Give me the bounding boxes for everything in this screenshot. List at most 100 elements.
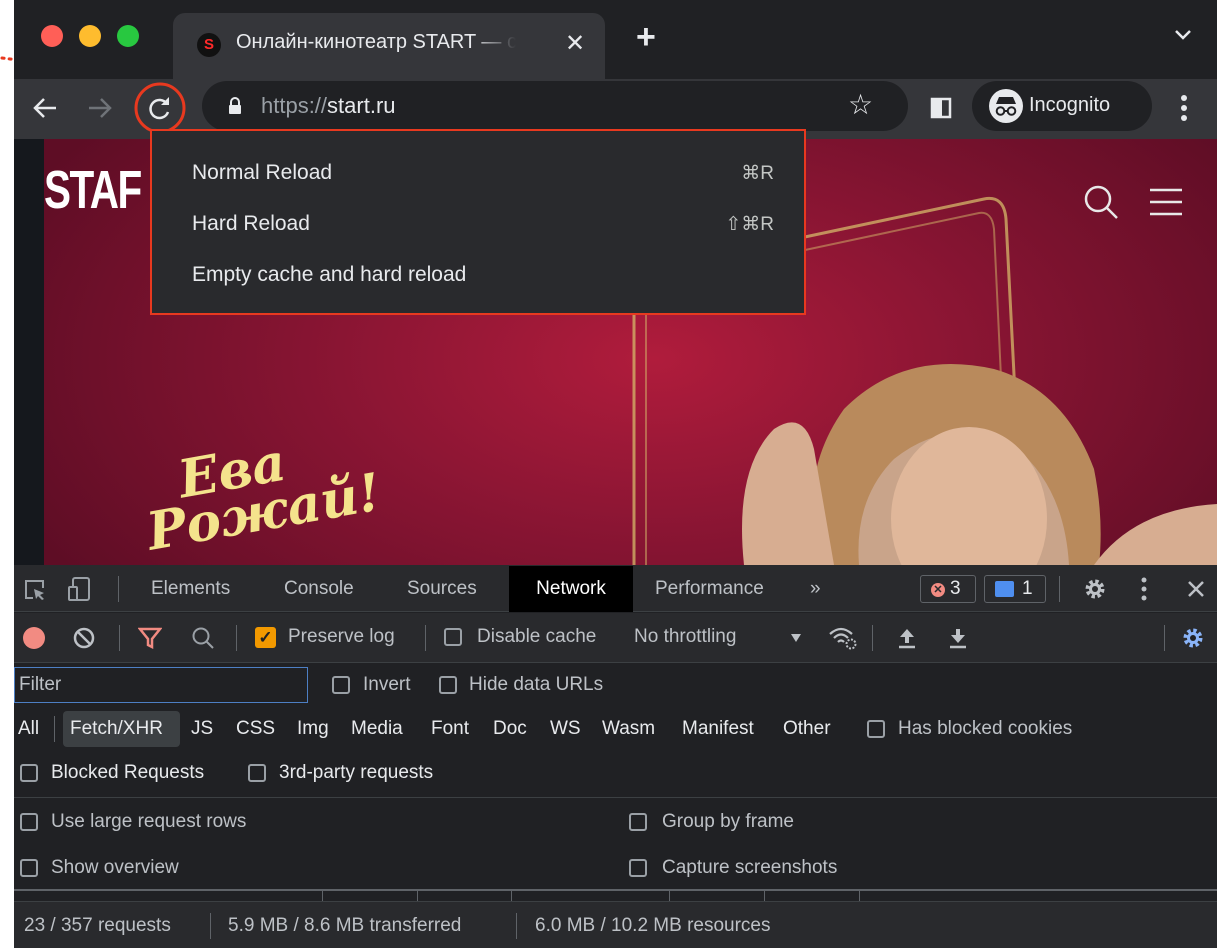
type-filter-font[interactable]: Font: [431, 718, 469, 740]
type-filter-wasm[interactable]: Wasm: [602, 718, 655, 740]
lock-icon: [229, 97, 241, 114]
type-filter-media[interactable]: Media: [351, 718, 403, 740]
type-filter-fetch-xhr[interactable]: Fetch/XHR: [70, 718, 163, 740]
group-by-frame-checkbox[interactable]: [629, 813, 647, 831]
close-window-button[interactable]: [41, 25, 63, 47]
type-filter-js[interactable]: JS: [191, 718, 213, 740]
type-filter-img[interactable]: Img: [297, 718, 329, 740]
blocked-requests-checkbox[interactable]: [20, 764, 38, 782]
tab-console[interactable]: Console: [284, 578, 354, 600]
export-har-icon[interactable]: [948, 626, 968, 650]
column-divider: [417, 891, 418, 901]
column-divider: [859, 891, 860, 901]
invert-checkbox[interactable]: [332, 676, 350, 694]
network-settings-gear-icon[interactable]: [1181, 626, 1205, 650]
capture-screenshots-checkbox[interactable]: [629, 859, 647, 877]
resources-size: 6.0 MB / 10.2 MB resources: [535, 915, 771, 936]
preserve-log-label: Preserve log: [288, 626, 395, 647]
disable-cache-label: Disable cache: [477, 626, 597, 647]
type-filter-all[interactable]: All: [18, 718, 39, 740]
network-conditions-icon[interactable]: [828, 625, 858, 651]
type-filter-doc[interactable]: Doc: [493, 718, 527, 740]
tab-sources[interactable]: Sources: [407, 578, 477, 600]
request-count: 23 / 357 requests: [24, 915, 171, 936]
forward-arrow-icon[interactable]: [87, 95, 113, 121]
incognito-profile-button[interactable]: Incognito: [972, 81, 1152, 131]
separator: [872, 625, 873, 651]
more-tabs-icon[interactable]: »: [810, 578, 821, 600]
group-by-frame-label: Group by frame: [662, 811, 794, 832]
url-host: start.ru: [327, 93, 396, 118]
show-overview-checkbox[interactable]: [20, 859, 38, 877]
tab-performance[interactable]: Performance: [655, 578, 764, 600]
page-side-band: [14, 139, 44, 565]
separator: [236, 625, 237, 651]
device-toolbar-icon[interactable]: [67, 576, 93, 602]
filter-input[interactable]: [15, 668, 305, 702]
column-divider: [511, 891, 512, 901]
import-har-icon[interactable]: [897, 626, 917, 650]
separator: [425, 625, 426, 651]
type-filter-ws[interactable]: WS: [550, 718, 581, 740]
message-count-badge[interactable]: 1: [984, 575, 1046, 603]
hamburger-menu-icon[interactable]: [1148, 187, 1184, 217]
network-status-bar: 23 / 357 requests 5.9 MB / 8.6 MB transf…: [14, 901, 1217, 948]
has-blocked-cookies-checkbox[interactable]: [867, 720, 885, 738]
has-blocked-cookies-label: Has blocked cookies: [898, 718, 1073, 739]
side-panel-icon[interactable]: [930, 97, 952, 119]
network-settings-pane: Use large request rows Group by frame Sh…: [14, 797, 1217, 889]
devtools-more-icon[interactable]: [1141, 577, 1147, 601]
separator: [118, 576, 119, 602]
hide-data-urls-label: Hide data URLs: [469, 674, 604, 695]
inspect-element-icon[interactable]: [24, 579, 46, 601]
error-count-badge[interactable]: ✕ 3: [920, 575, 976, 603]
show-overview-label: Show overview: [51, 857, 179, 878]
record-button[interactable]: [23, 627, 45, 649]
start-logo: STAF: [44, 160, 142, 220]
type-filter-manifest[interactable]: Manifest: [682, 718, 754, 740]
new-tab-button[interactable]: +: [636, 20, 656, 54]
normal-reload-item[interactable]: Normal Reload: [192, 161, 332, 185]
tab-elements[interactable]: Elements: [151, 578, 230, 600]
third-party-checkbox[interactable]: [248, 764, 266, 782]
large-rows-label: Use large request rows: [51, 811, 247, 832]
minimize-window-button[interactable]: [79, 25, 101, 47]
hide-data-urls-checkbox[interactable]: [439, 676, 457, 694]
invert-label: Invert: [363, 674, 411, 695]
hard-reload-item[interactable]: Hard Reload: [192, 212, 310, 236]
search-icon[interactable]: [191, 626, 215, 650]
hard-reload-shortcut: ⇧⌘R: [725, 214, 774, 235]
settings-gear-icon[interactable]: [1083, 577, 1107, 601]
normal-reload-shortcut: ⌘R: [741, 163, 774, 184]
actress-photo: [742, 364, 1217, 565]
bookmark-star-icon[interactable]: ☆: [848, 90, 873, 120]
browser-tab[interactable]: S Онлайн-кинотеатр START — с ✕: [173, 13, 605, 79]
throttling-select[interactable]: No throttling: [634, 626, 736, 648]
devtools-panel: Elements Console Sources Network Perform…: [14, 565, 1217, 948]
type-filter-css[interactable]: CSS: [236, 718, 275, 740]
filter-icon[interactable]: [138, 627, 162, 649]
dropdown-caret-icon[interactable]: [790, 633, 802, 643]
large-rows-checkbox[interactable]: [20, 813, 38, 831]
clear-icon[interactable]: [73, 627, 95, 649]
back-arrow-icon[interactable]: [32, 95, 58, 121]
zoom-window-button[interactable]: [117, 25, 139, 47]
search-icon[interactable]: [1082, 183, 1120, 221]
close-devtools-icon[interactable]: [1187, 580, 1205, 598]
column-divider: [322, 891, 323, 901]
filter-input-box[interactable]: [14, 667, 308, 703]
preserve-log-checkbox[interactable]: ✓: [255, 627, 276, 648]
network-toolbar: ✓ Preserve log Disable cache No throttli…: [14, 613, 1217, 663]
capture-screenshots-label: Capture screenshots: [662, 857, 838, 878]
chevron-down-icon[interactable]: [1174, 28, 1192, 42]
type-filter-other[interactable]: Other: [783, 718, 831, 740]
error-count: 3: [950, 578, 961, 599]
tab-network[interactable]: Network: [509, 566, 633, 612]
kebab-menu-icon[interactable]: [1180, 94, 1188, 122]
disable-cache-checkbox[interactable]: [444, 628, 462, 646]
separator: [1164, 625, 1165, 651]
address-bar[interactable]: https://start.ru ☆: [202, 81, 908, 131]
empty-cache-hard-reload-item[interactable]: Empty cache and hard reload: [192, 263, 466, 287]
tab-close-icon[interactable]: ✕: [565, 29, 585, 58]
reload-icon[interactable]: [134, 82, 186, 134]
